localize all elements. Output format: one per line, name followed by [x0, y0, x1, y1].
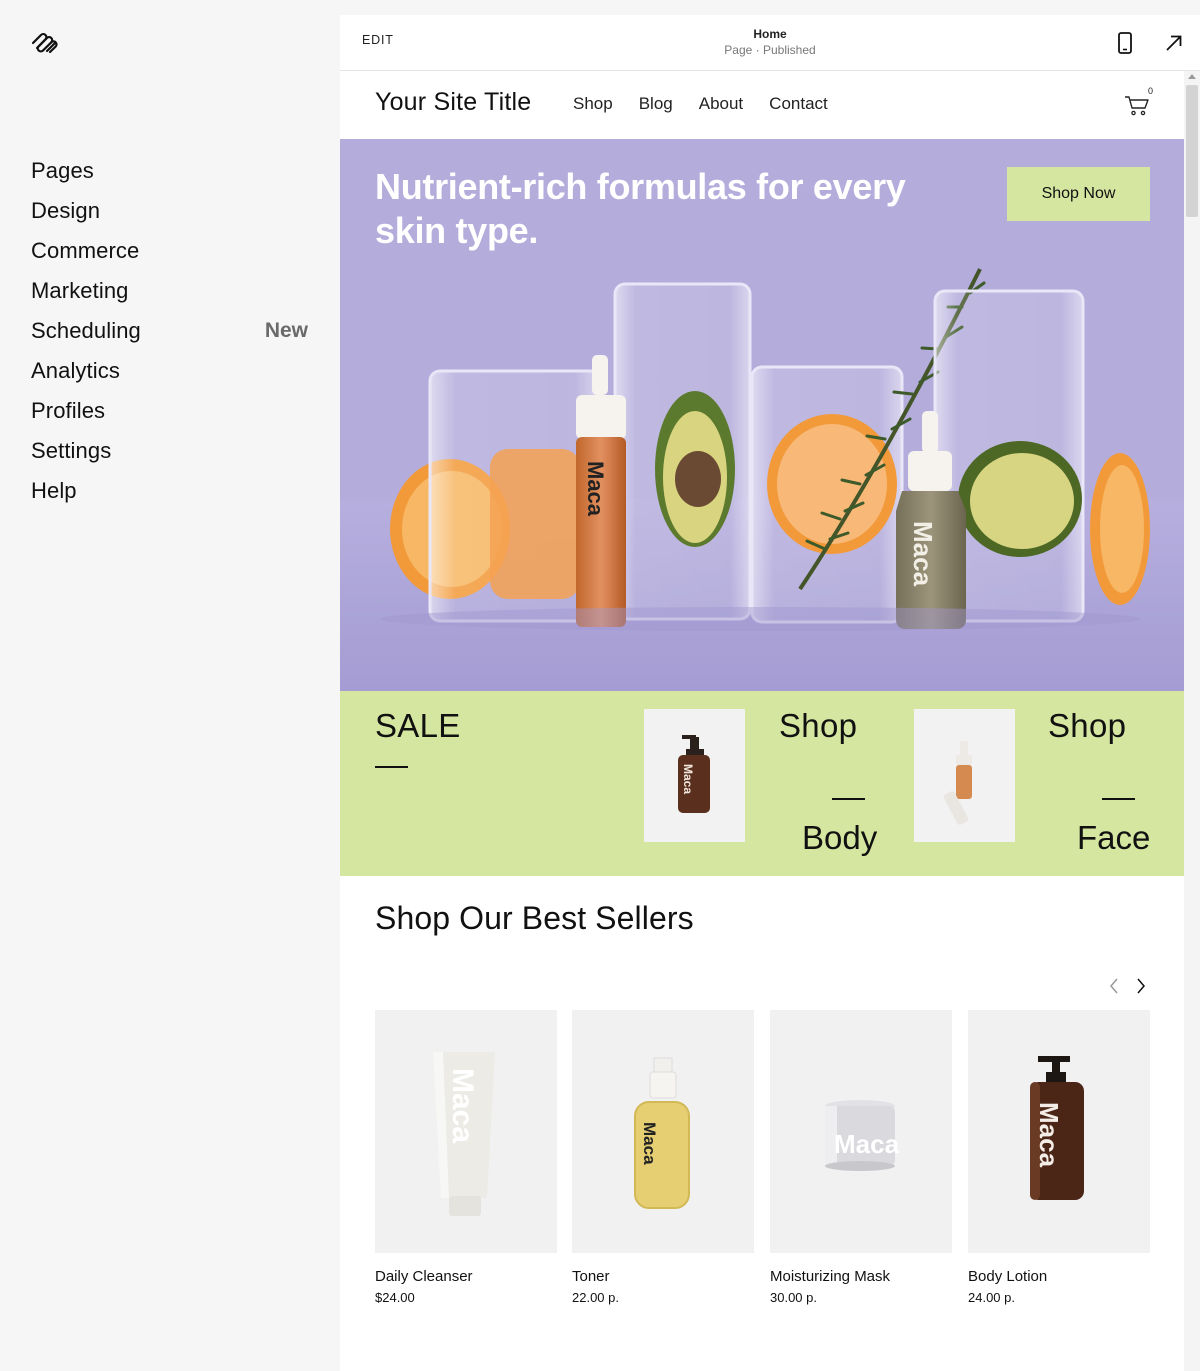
hero-section: Maca Maca Nutrient-rich formulas for eve…	[340, 139, 1184, 691]
hero-headline: Nutrient-rich formulas for every skin ty…	[375, 166, 906, 251]
shop-face-label[interactable]: Shop	[1048, 707, 1126, 745]
scroll-up-arrow-icon[interactable]	[1188, 74, 1196, 79]
sidebar-item-settings[interactable]: Settings	[31, 431, 311, 471]
sidebar-item-label: Pages	[31, 158, 94, 183]
page-status: Page · Published	[724, 43, 816, 57]
sidebar-item-label: Marketing	[31, 278, 129, 303]
sidebar-nav: Pages Design Commerce Marketing Scheduli…	[31, 151, 311, 511]
sidebar-item-scheduling[interactable]: Scheduling New	[31, 311, 311, 351]
product-card[interactable]: Maca Toner 22.00 р.	[572, 1010, 754, 1305]
divider	[832, 798, 865, 800]
product-brand-label: Maca	[1034, 1102, 1064, 1168]
mobile-phone-icon[interactable]	[1116, 31, 1134, 55]
body-category-image[interactable]: Maca	[644, 709, 745, 842]
hero-bottle-label: Maca	[583, 461, 608, 517]
nav-link-about[interactable]: About	[699, 94, 743, 114]
product-image[interactable]: Maca	[572, 1010, 754, 1253]
new-badge: New	[264, 319, 308, 342]
sidebar-item-label: Help	[31, 478, 77, 503]
shop-now-button[interactable]: Shop Now	[1007, 167, 1150, 221]
sidebar-item-marketing[interactable]: Marketing	[31, 271, 311, 311]
product-image[interactable]: Maca	[375, 1010, 557, 1253]
sidebar-item-label: Scheduling	[31, 318, 141, 343]
site-nav: Shop Blog About Contact	[573, 94, 854, 114]
cart-icon[interactable]	[1124, 93, 1150, 117]
product-name[interactable]: Toner	[572, 1268, 754, 1285]
editor-toolbar: EDIT Home Page · Published	[340, 15, 1200, 71]
product-name[interactable]: Moisturizing Mask	[770, 1268, 952, 1285]
arrow-up-right-icon[interactable]	[1163, 32, 1185, 54]
chevron-right-icon[interactable]	[1134, 976, 1148, 996]
sale-link[interactable]: SALE	[375, 707, 461, 745]
promo-section: SALE Maca Shop Body Shop Face	[340, 691, 1184, 876]
sidebar-item-help[interactable]: Help	[31, 471, 311, 511]
sidebar-item-label: Analytics	[31, 358, 120, 383]
page-info: Home Page · Published	[340, 26, 1200, 58]
product-name[interactable]: Daily Cleanser	[375, 1268, 557, 1285]
product-image[interactable]: Maca	[770, 1010, 952, 1253]
divider	[1102, 798, 1135, 800]
product-price: 22.00 р.	[572, 1290, 619, 1305]
site-title[interactable]: Your Site Title	[375, 88, 531, 117]
product-name[interactable]: Body Lotion	[968, 1268, 1150, 1285]
scrollbar[interactable]	[1184, 71, 1200, 1371]
sidebar-item-label: Profiles	[31, 398, 106, 423]
sidebar-item-label: Commerce	[31, 238, 140, 263]
face-category-image[interactable]	[914, 709, 1015, 842]
sidebar-item-commerce[interactable]: Commerce	[31, 231, 311, 271]
category-body-link[interactable]: Body	[802, 819, 877, 857]
category-face-link[interactable]: Face	[1077, 819, 1150, 857]
product-card[interactable]: Maca Moisturizing Mask 30.00 р.	[770, 1010, 952, 1305]
product-brand-label: Maca	[640, 1122, 659, 1165]
sidebar-item-design[interactable]: Design	[31, 191, 311, 231]
site-preview: Your Site Title Shop Blog About Contact …	[340, 71, 1184, 1371]
product-brand-label: Maca	[446, 1068, 479, 1143]
shop-body-label[interactable]: Shop	[779, 707, 857, 745]
product-price: 24.00 р.	[968, 1290, 1015, 1305]
nav-link-blog[interactable]: Blog	[639, 94, 673, 114]
product-card[interactable]: Maca Daily Cleanser $24.00	[375, 1010, 557, 1305]
site-header: Your Site Title Shop Blog About Contact …	[340, 71, 1184, 139]
product-price: $24.00	[375, 1290, 415, 1305]
best-sellers-title: Shop Our Best Sellers	[375, 900, 694, 936]
sidebar-item-label: Design	[31, 198, 101, 223]
chevron-left-icon[interactable]	[1107, 976, 1121, 996]
product-brand-label: Maca	[834, 1129, 900, 1159]
cart-count: 0	[1148, 86, 1154, 96]
page-name: Home	[753, 27, 787, 41]
editor-frame: EDIT Home Page · Published Your Site Tit…	[340, 15, 1200, 1371]
squarespace-logo-icon[interactable]	[30, 30, 60, 56]
sidebar-item-label: Settings	[31, 438, 112, 463]
bottle-brand-label: Maca	[681, 764, 695, 794]
product-price: 30.00 р.	[770, 1290, 817, 1305]
hero-bottle-label-2: Maca	[908, 521, 938, 587]
sidebar-item-pages[interactable]: Pages	[31, 151, 311, 191]
nav-link-contact[interactable]: Contact	[769, 94, 828, 114]
sidebar-item-profiles[interactable]: Profiles	[31, 391, 311, 431]
product-image[interactable]: Maca	[968, 1010, 1150, 1253]
nav-link-shop[interactable]: Shop	[573, 94, 613, 114]
scrollbar-thumb[interactable]	[1186, 85, 1198, 217]
divider	[375, 766, 408, 768]
sidebar-item-analytics[interactable]: Analytics	[31, 351, 311, 391]
sidebar: Pages Design Commerce Marketing Scheduli…	[0, 0, 340, 1371]
product-card[interactable]: Maca Body Lotion 24.00 р.	[968, 1010, 1150, 1305]
